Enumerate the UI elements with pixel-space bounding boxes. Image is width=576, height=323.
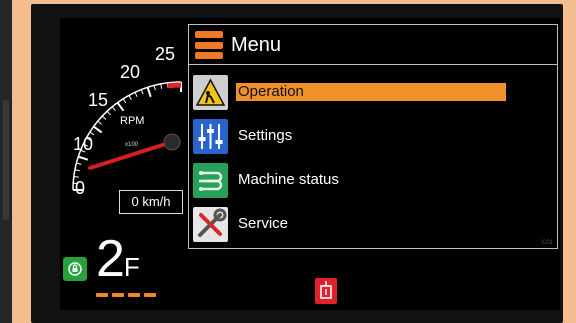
service-tools-icon [193,207,228,242]
menu-item-label: Operation [236,83,506,101]
menu-item-settings[interactable]: Settings [193,116,557,156]
background-device-edge [0,0,12,323]
gauge-tick [76,162,82,165]
menu-item-machine-status[interactable]: Machine status [193,160,557,200]
speed-readout: 0 km/h [119,190,183,214]
gauge-tick [73,175,79,178]
gauge-tick [97,120,102,125]
fuel-filter-warning-icon [315,278,337,304]
gauge-tick [134,92,138,98]
menu-panel: Menu Operation Settings Machine status S… [188,24,558,249]
hamburger-icon[interactable] [195,31,223,59]
gauge-tick [93,125,103,134]
gauge-tick [116,102,125,112]
gauge-label-20: 20 [120,62,140,82]
gauge-multiplier: x100 [125,142,139,148]
gauge-tick [101,115,107,120]
lock-icon [63,257,87,281]
display-screen: 25 20 15 10 0 RPM x100 0 km/h 2F Menu Op… [60,18,560,310]
gear-number: 2 [96,230,125,288]
screen-code: C01 [541,240,553,246]
operation-icon [193,75,228,110]
gear-dash [144,293,156,297]
menu-item-operation[interactable]: Operation [193,72,557,112]
menu-item-service[interactable]: Service [193,204,557,244]
gauge-tick [140,89,144,95]
menu-title: Menu [231,34,282,56]
gear-indicator: 2F [60,221,188,310]
gauge-tick [160,83,163,89]
gear-dash-indicator [96,293,156,297]
gauge-tick [146,86,152,98]
gauge-label-25: 25 [155,44,175,64]
gauge-tick [128,95,132,100]
gauge-label-15: 15 [88,90,108,110]
gauge-tick [122,98,127,104]
gauge-tick [111,106,116,111]
settings-sliders-icon [193,119,228,154]
menu-item-label: Service [238,215,289,232]
menu-header: Menu [189,25,557,65]
gear-dash [96,293,108,297]
menu-item-label: Settings [238,127,293,144]
gauge-label-0: 0 [75,178,85,198]
gauge-rpm-title: RPM [120,115,144,127]
gauge-tick [74,169,80,172]
menu-item-label: Machine status [238,171,339,188]
gear-dash [112,293,124,297]
device-notch [3,100,9,220]
gauge-tick [106,110,111,116]
gauge-redline [167,82,182,89]
machine-status-icon [193,163,228,198]
gear-dash [128,293,140,297]
gear-direction: F [123,252,140,282]
gauge-tick [77,155,89,161]
gauge-needle-hub [163,133,181,151]
gauge-tick [153,85,156,91]
gear-value: 2F [96,229,140,297]
gauge-label-10: 10 [73,134,93,154]
